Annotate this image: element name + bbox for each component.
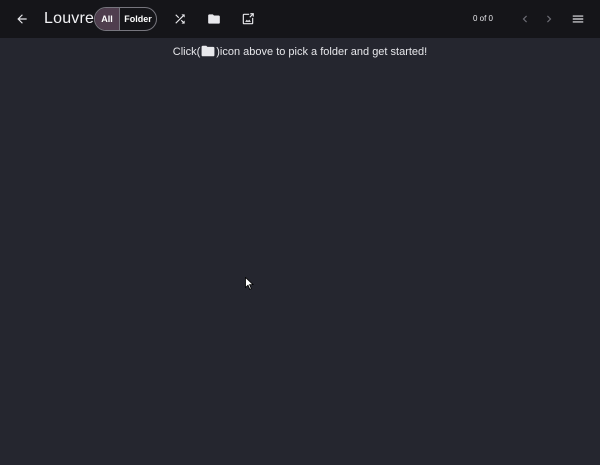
menu-button[interactable] [566, 7, 590, 31]
shuffle-button[interactable] [168, 7, 192, 31]
mouse-pointer-icon [245, 276, 255, 295]
app-title: Louvre [44, 10, 95, 27]
chevron-right-icon [547, 15, 552, 23]
app-window: Louvre All Folder 0 of 0 Click()icon ab… [0, 0, 600, 465]
empty-state-message: Click( )icon above to pick a folder and … [0, 44, 600, 62]
folder-icon [201, 45, 215, 62]
top-app-bar: Louvre All Folder 0 of 0 [0, 0, 600, 38]
shuffle-icon [175, 14, 185, 24]
image-counter: 0 of 0 [472, 14, 493, 23]
export-image-button[interactable] [236, 7, 260, 31]
previous-button[interactable] [513, 7, 537, 31]
empty-state-prefix: Click( [172, 46, 201, 58]
next-button[interactable] [537, 7, 561, 31]
image-export-icon [242, 13, 254, 25]
empty-state-suffix: )icon above to pick a folder and get sta… [216, 46, 428, 58]
filter-folder-button[interactable]: Folder [120, 8, 156, 30]
back-button[interactable] [10, 7, 34, 31]
folder-icon [208, 14, 220, 24]
pick-folder-button[interactable] [202, 7, 226, 31]
filter-toggle: All Folder [94, 7, 157, 31]
menu-icon [572, 15, 584, 23]
chevron-left-icon [522, 15, 527, 23]
back-arrow-icon [17, 14, 27, 24]
filter-all-button[interactable]: All [95, 8, 120, 30]
